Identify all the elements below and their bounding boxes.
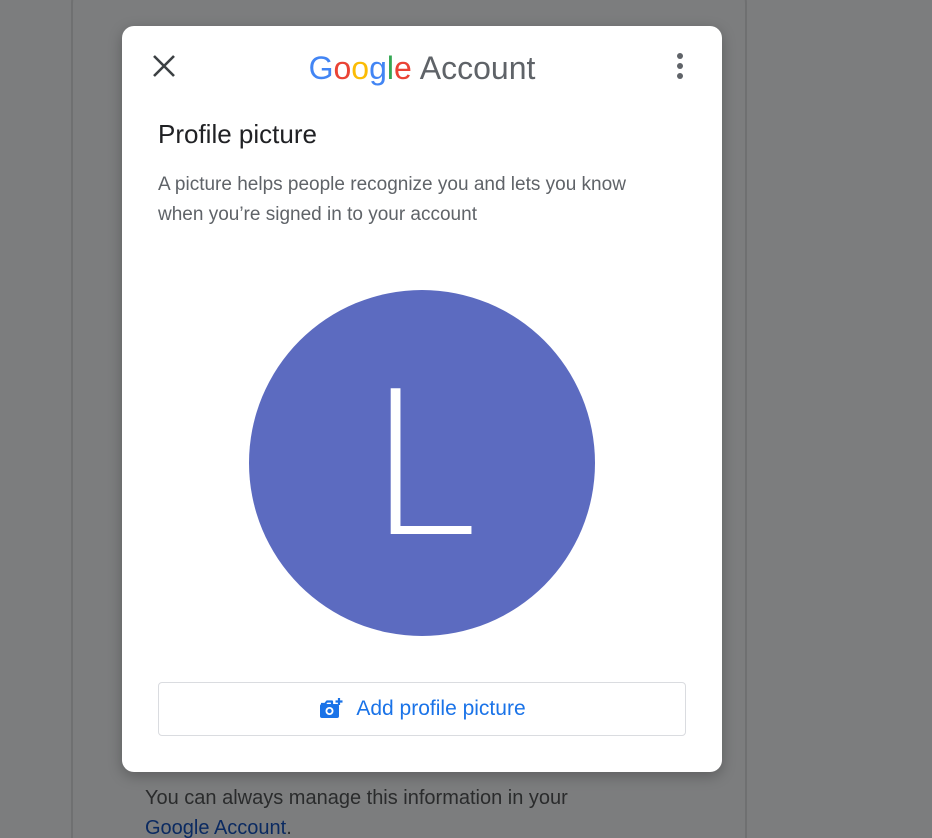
brand-letter: l (386, 50, 394, 86)
profile-picture-dialog: Google Account Profile picture A picture … (122, 26, 722, 772)
add-profile-picture-button[interactable]: Add profile picture (158, 682, 686, 736)
dialog-title: Profile picture (158, 119, 317, 149)
manage-info-text: You can always manage this information i… (145, 783, 705, 838)
avatar-letter: L (366, 349, 478, 582)
add-photo-icon (318, 697, 344, 721)
manage-info-label: You can always manage this information i… (145, 787, 568, 809)
google-account-logo: Google Account (122, 48, 722, 88)
more-vert-icon (676, 52, 684, 85)
manage-info-suffix: . (286, 817, 292, 838)
brand-letter: o (333, 50, 352, 86)
dialog-description: A picture helps people recognize you and… (158, 174, 626, 225)
brand-letter: g (369, 50, 387, 86)
more-options-button[interactable] (660, 48, 700, 88)
brand-letter: G (308, 50, 334, 86)
brand-letter: o (351, 50, 370, 86)
google-account-link[interactable]: Google Account (145, 817, 286, 838)
avatar[interactable]: L (249, 290, 595, 636)
add-profile-picture-label: Add profile picture (356, 697, 526, 720)
brand-product-name: Account (419, 50, 536, 86)
brand-letter: e (393, 50, 412, 86)
